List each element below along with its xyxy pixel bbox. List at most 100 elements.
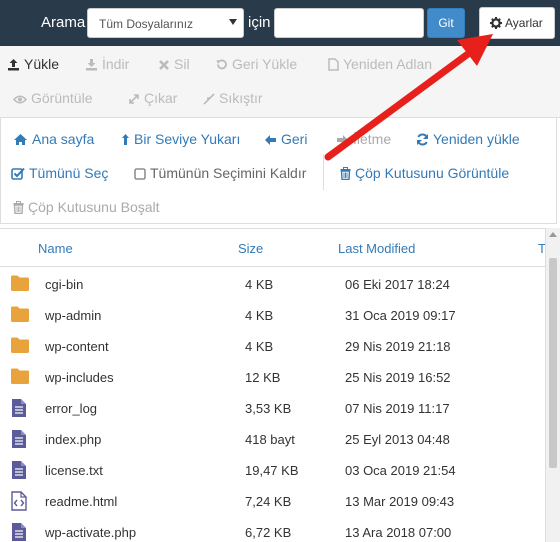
text-file-icon [10,398,28,421]
table-row[interactable]: wp-activate.php 6,72 KB 13 Ara 2018 07:00 [0,517,545,542]
caret-down-icon [229,19,237,25]
back-link[interactable]: Geri [264,131,307,147]
table-row[interactable]: wp-admin 4 KB 31 Oca 2019 09:17 [0,300,545,331]
upload-icon [8,59,19,71]
name-column-header[interactable]: Name [38,241,73,256]
file-modified: 07 Nis 2019 11:17 [345,401,450,416]
view-trash-link[interactable]: Çöp Kutusunu Görüntüle [340,165,509,181]
checkbox-checked-icon [11,167,25,180]
file-size: 19,47 KB [245,463,299,478]
upload-label: Yükle [24,56,60,72]
file-modified: 06 Eki 2017 18:24 [345,277,450,292]
arrow-left-icon [265,135,276,145]
navigation-panel: Ana sayfa Bir Seviye Yukarı Geri İletme … [0,118,557,224]
extract-button[interactable]: Çıkar [128,90,177,106]
text-file-icon [10,522,28,542]
table-row[interactable]: error_log 3,53 KB 07 Nis 2019 11:17 [0,393,545,424]
undo-icon [216,59,227,70]
table-row[interactable]: index.php 418 bayt 25 Eyl 2013 04:48 [0,424,545,455]
unselect-all-label: Tümünün Seçimini Kaldır [150,165,307,181]
table-row[interactable]: wp-includes 12 KB 25 Nis 2019 16:52 [0,362,545,393]
file-size: 4 KB [245,339,274,354]
size-column-header[interactable]: Size [238,241,263,256]
table-row[interactable]: license.txt 19,47 KB 03 Oca 2019 21:54 [0,455,545,486]
download-button[interactable]: İndir [85,56,129,72]
file-icon [328,58,339,71]
file-table: Name Size Last Modified Typ cgi-bin 4 KB 0… [0,228,545,542]
gear-icon [490,17,502,29]
settings-button[interactable]: Ayarlar [479,7,555,39]
modified-column-header[interactable]: Last Modified [338,241,415,256]
search-scope-select[interactable]: Tüm Dosyalarınız [87,8,244,38]
folder-icon [10,367,30,388]
file-size: 4 KB [245,277,274,292]
file-name: readme.html [45,494,118,509]
file-size: 3,53 KB [245,401,292,416]
home-icon [14,134,27,145]
empty-trash-link[interactable]: Çöp Kutusunu Boşalt [13,199,160,215]
up-level-link[interactable]: Bir Seviye Yukarı [121,131,240,147]
forward-label: İletme [353,131,392,147]
file-name: wp-includes [45,370,114,385]
reload-label: Yeniden yükle [433,131,520,147]
search-scope-value: Tüm Dosyalarınız [99,17,194,31]
download-label: İndir [102,56,130,72]
delete-icon [159,60,169,70]
type-column-header[interactable]: Typ [538,241,545,256]
table-row[interactable]: wp-content 4 KB 29 Nis 2019 21:18 [0,331,545,362]
search-input[interactable] [274,8,424,38]
home-label: Ana sayfa [32,131,95,147]
view-trash-label: Çöp Kutusunu Görüntüle [355,165,510,181]
restore-label: Geri Yükle [232,56,298,72]
file-size: 7,24 KB [245,494,292,509]
file-modified: 25 Nis 2019 16:52 [345,370,451,385]
reload-link[interactable]: Yeniden yükle [416,131,520,147]
upload-button[interactable]: Yükle [7,56,59,72]
code-file-icon [10,491,28,514]
divider [323,154,324,190]
expand-icon [129,94,139,104]
file-name: error_log [45,401,98,416]
view-button[interactable]: Görüntüle [12,90,93,106]
table-row[interactable]: readme.html 7,24 KB 13 Mar 2019 09:43 [0,486,545,517]
search-label: Arama [41,14,86,31]
eye-icon [12,95,28,104]
folder-icon [10,305,30,326]
file-name: wp-activate.php [45,525,137,540]
unselect-all-link[interactable]: Tümünün Seçimini Kaldır [134,165,306,181]
scroll-up-icon[interactable] [549,232,557,237]
scrollbar-thumb[interactable] [549,258,557,468]
download-icon [86,59,97,71]
compress-button[interactable]: Sıkıştır [203,90,263,106]
arrow-up-icon [122,134,129,145]
select-all-link[interactable]: Tümünü Seç [11,165,108,181]
file-name: cgi-bin [45,277,84,292]
folder-icon [10,274,30,295]
rename-button[interactable]: Yeniden Adlan [328,56,432,72]
file-modified: 13 Mar 2019 09:43 [345,494,455,509]
delete-button[interactable]: Sil [158,56,190,72]
checkbox-empty-icon [134,168,146,180]
search-bar: Arama Tüm Dosyalarınız için Git Ayarlar [0,0,560,46]
forward-link[interactable]: İletme [336,131,391,147]
back-label: Geri [281,131,308,147]
vertical-scrollbar[interactable] [545,228,560,542]
file-name: wp-admin [45,308,102,323]
view-label: Görüntüle [31,90,93,106]
file-name: wp-content [45,339,109,354]
rename-label: Yeniden Adlan [343,56,433,72]
file-modified: 25 Eyl 2013 04:48 [345,432,450,447]
file-modified: 03 Oca 2019 21:54 [345,463,456,478]
table-row[interactable]: cgi-bin 4 KB 06 Eki 2017 18:24 [0,269,545,300]
file-size: 12 KB [245,370,281,385]
file-name: license.txt [45,463,103,478]
go-button[interactable]: Git [427,8,465,38]
extract-label: Çıkar [144,90,178,106]
file-modified: 13 Ara 2018 07:00 [345,525,452,540]
text-file-icon [10,460,28,483]
restore-button[interactable]: Geri Yükle [215,56,297,72]
home-link[interactable]: Ana sayfa [13,131,94,147]
delete-label: Sil [174,56,190,72]
select-all-label: Tümünü Seç [29,165,109,181]
refresh-icon [417,133,428,146]
